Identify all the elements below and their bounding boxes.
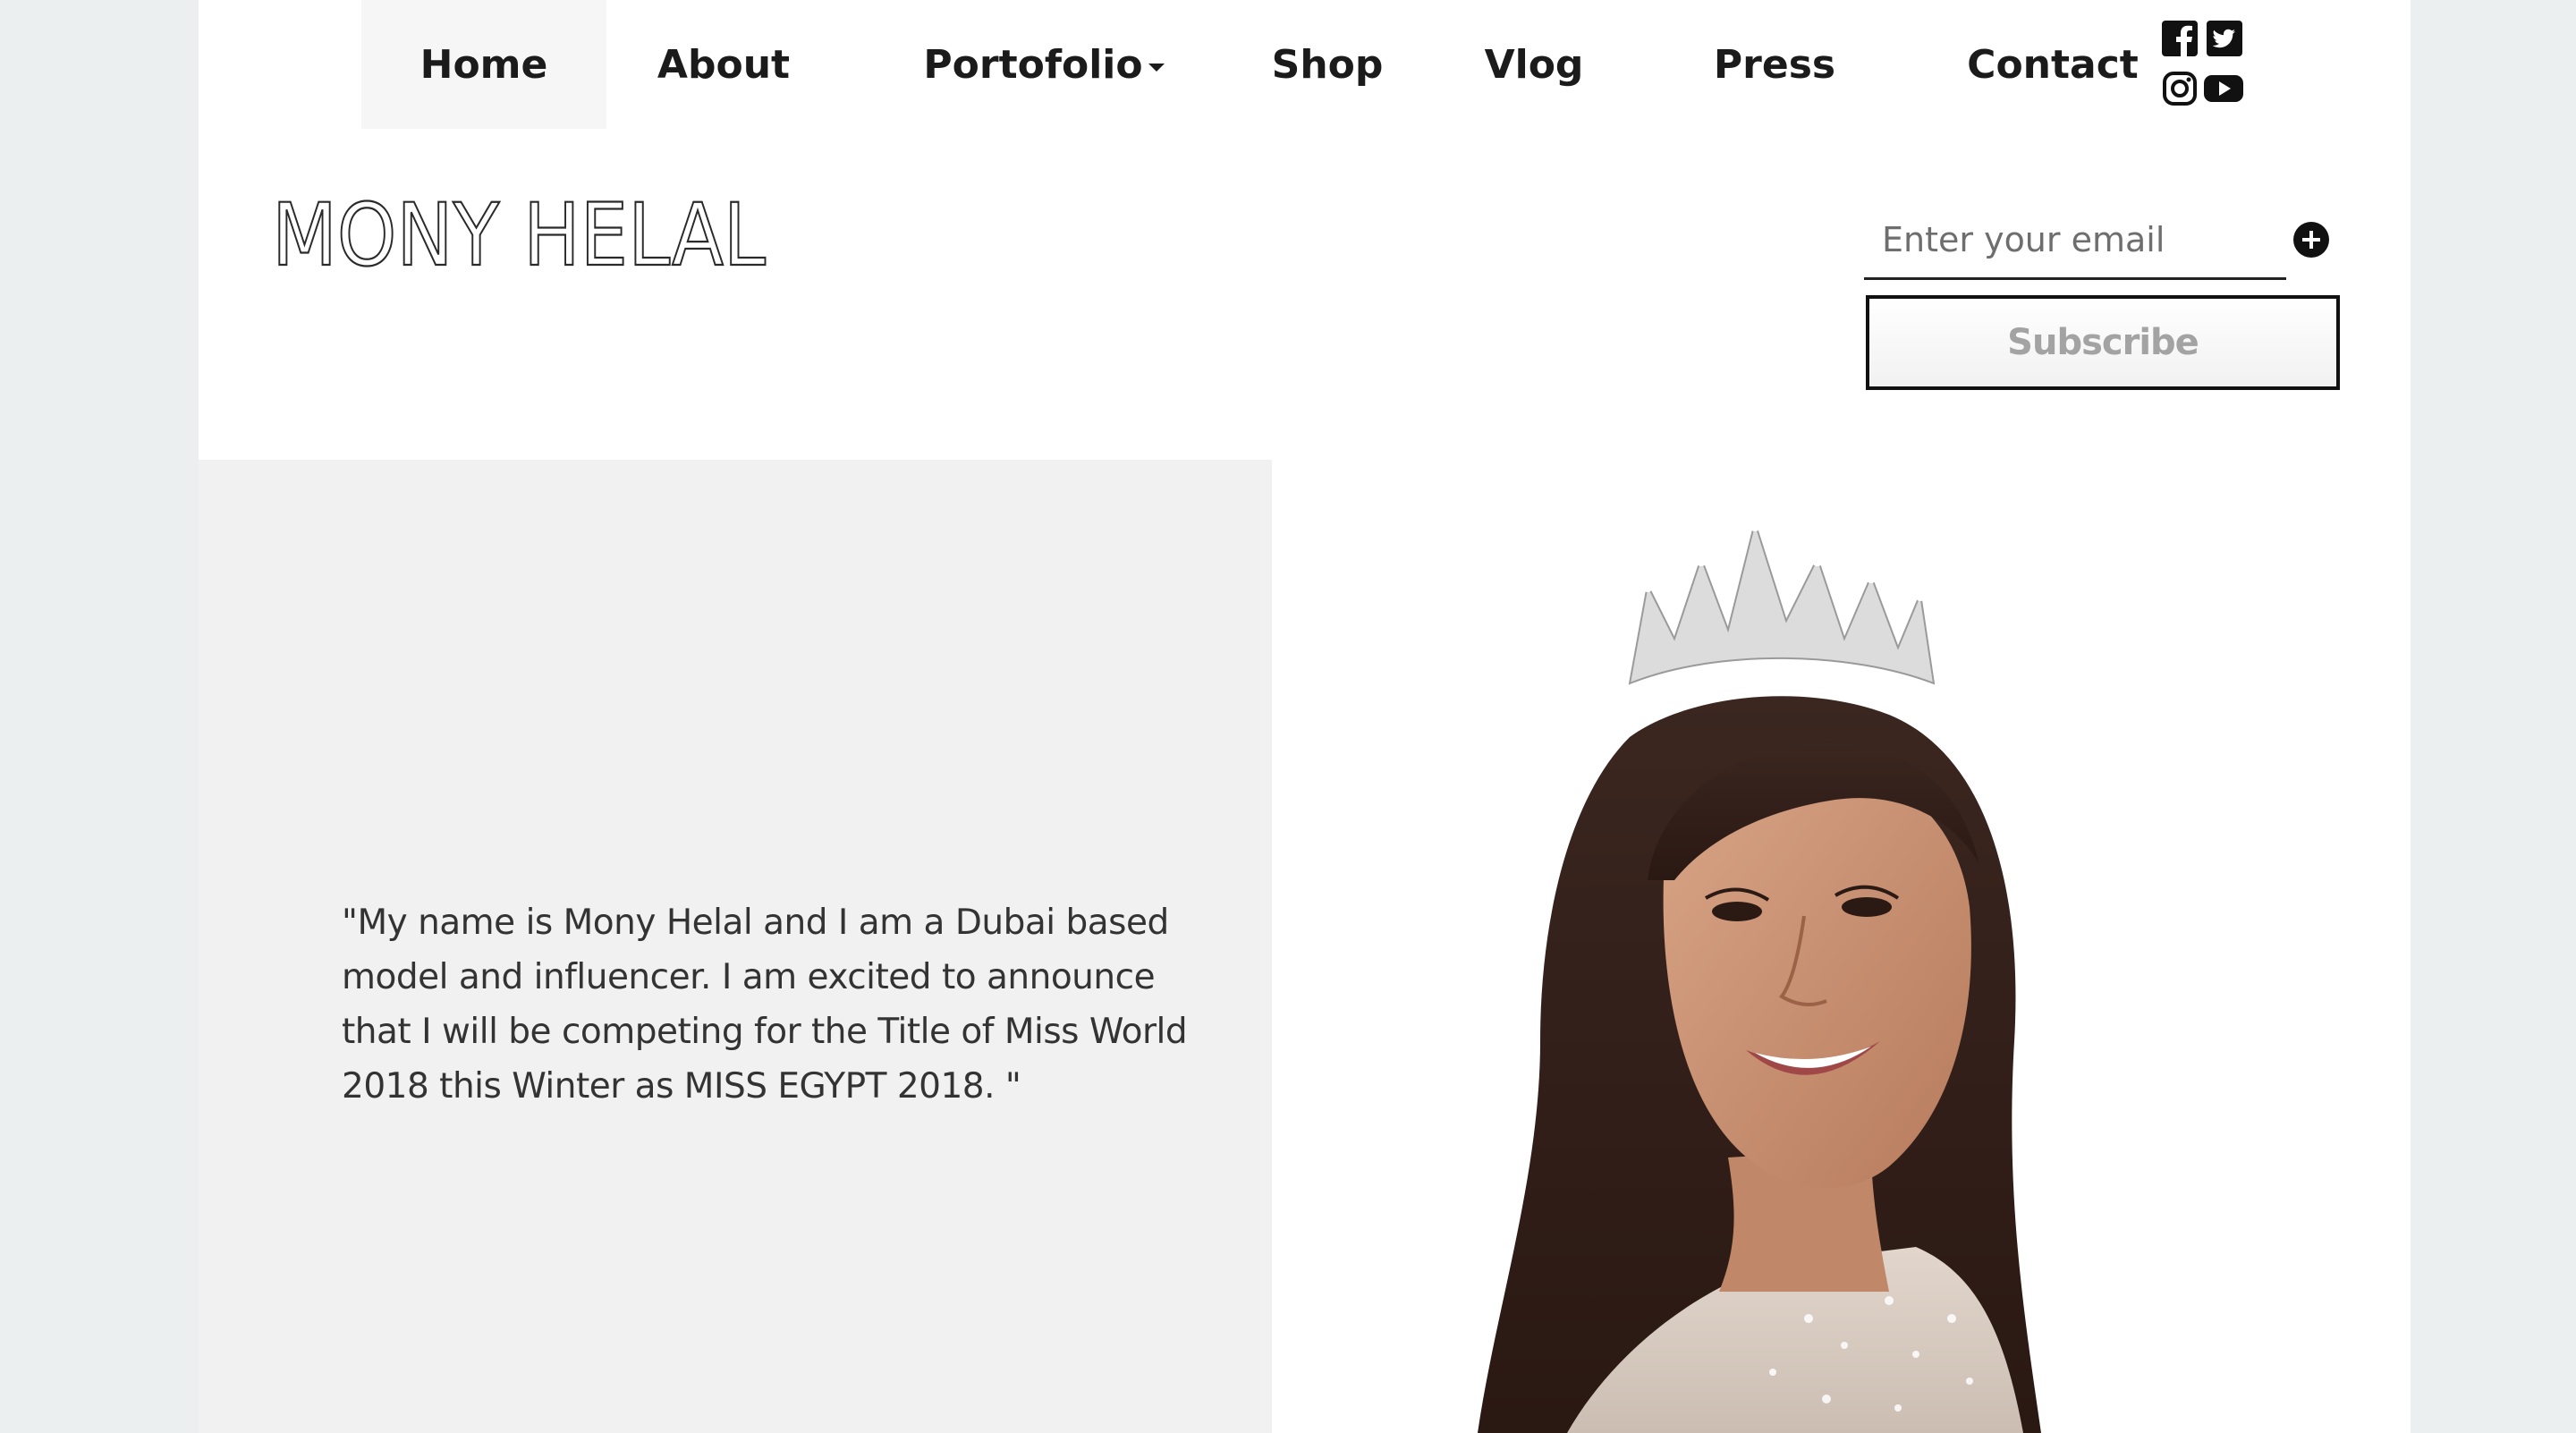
- caret-down-icon: [1148, 63, 1165, 72]
- nav-item-portfolio[interactable]: Portofolio: [896, 0, 1191, 129]
- subscribe-button[interactable]: Subscribe: [1866, 295, 2340, 390]
- subscribe-button-label: Subscribe: [2007, 322, 2199, 363]
- nav-item-shop[interactable]: Shop: [1247, 0, 1408, 129]
- twitter-icon[interactable]: [2206, 20, 2243, 57]
- email-field-wrapper: [1864, 204, 2286, 280]
- site-logo[interactable]: MONY HELAL: [271, 184, 773, 295]
- nav-item-home[interactable]: Home: [361, 0, 606, 129]
- instagram-icon[interactable]: [2161, 70, 2199, 107]
- nav-item-label: Portofolio: [923, 41, 1143, 88]
- plus-circle-icon[interactable]: [2293, 222, 2329, 258]
- hero-photo: [1272, 460, 2411, 1433]
- nav-item-label: Home: [419, 41, 548, 88]
- hero-quote: "My name is Mony Helal and I am a Dubai …: [342, 903, 1188, 1107]
- nav-item-label: Press: [1713, 41, 1836, 88]
- nav-item-label: Contact: [1967, 41, 2139, 88]
- nav-item-press[interactable]: Press: [1685, 0, 1864, 129]
- nav-item-label: Vlog: [1484, 41, 1584, 88]
- nav-item-about[interactable]: About: [624, 0, 823, 129]
- nav-item-label: About: [657, 41, 791, 88]
- logo-text: MONY HELAL: [272, 191, 766, 281]
- email-field[interactable]: [1864, 204, 2275, 276]
- logo-wordmark: MONY HELAL: [271, 184, 767, 286]
- model-portrait-image: [1478, 517, 2041, 1433]
- facebook-icon[interactable]: [2161, 20, 2199, 57]
- quote-panel: "My name is Mony Helal and I am a Dubai …: [199, 460, 1272, 1433]
- page: Home About Portofolio Shop Vlog Press Co…: [199, 0, 2411, 1433]
- nav-item-contact[interactable]: Contact: [1932, 0, 2174, 129]
- main-nav: Home About Portofolio Shop Vlog Press Co…: [199, 0, 2411, 129]
- youtube-icon[interactable]: [2202, 70, 2245, 107]
- nav-item-vlog[interactable]: Vlog: [1467, 0, 1601, 129]
- nav-item-label: Shop: [1271, 41, 1384, 88]
